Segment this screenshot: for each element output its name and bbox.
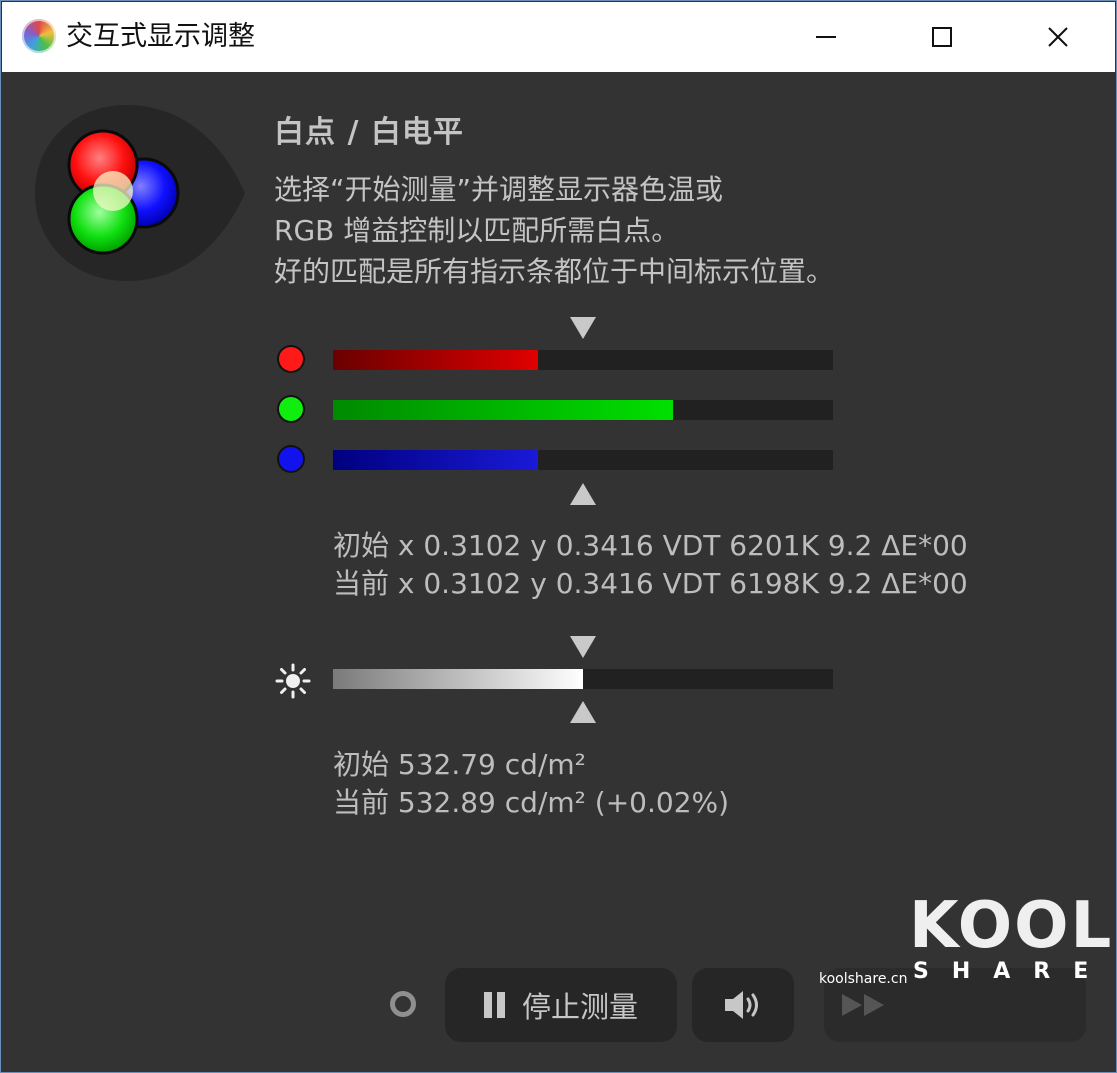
luminance-bar-fill (333, 669, 583, 689)
title-bar: 交互式显示调整 (2, 2, 1115, 72)
luminance-target-marker-top (570, 636, 596, 658)
whitepoint-initial: 初始 x 0.3102 y 0.3416 VDT 6201K 9.2 ΔE*00 (333, 529, 968, 562)
whitepoint-current: 当前 x 0.3102 y 0.3416 VDT 6198K 9.2 ΔE*00 (333, 567, 968, 600)
brightness-icon (275, 663, 311, 699)
fast-forward-icon (842, 994, 884, 1016)
instructions: 选择“开始测量”并调整显示器色温或 RGB 增益控制以匹配所需白点。 好的匹配是… (274, 169, 834, 292)
minimize-button[interactable] (768, 2, 884, 72)
watermark-url: koolshare.cn (819, 971, 908, 987)
stop-measurement-label: 停止测量 (521, 990, 638, 1024)
luminance-bar (333, 669, 833, 689)
luminance-target-marker-bottom (570, 701, 596, 723)
red-bar-fill (333, 350, 538, 370)
instruction-line: 好的匹配是所有指示条都位于中间标示位置。 (274, 255, 835, 288)
rgb-target-marker-top (570, 317, 596, 339)
rgb-target-marker-bottom (570, 483, 596, 505)
minimize-icon (816, 36, 836, 38)
instruction-line: 选择“开始测量”并调整显示器色温或 (274, 173, 724, 206)
rgb-circles-icon (35, 105, 245, 281)
app-icon (22, 19, 56, 53)
luminance-initial: 初始 532.79 cd/m² (333, 748, 586, 781)
instruction-line: RGB 增益控制以匹配所需白点。 (274, 214, 680, 247)
blue-bar (333, 450, 833, 470)
blue-bar-fill (333, 450, 538, 470)
blue-dot-icon (279, 447, 303, 471)
stop-measurement-button[interactable]: 停止测量 (445, 968, 677, 1042)
status-indicator (390, 991, 416, 1017)
red-dot-icon (279, 347, 303, 371)
luminance-current: 当前 532.89 cd/m² (+0.02%) (333, 786, 730, 819)
koolshare-logo: KOOL SHARE (901, 891, 1111, 991)
red-bar (333, 350, 833, 370)
sound-toggle-button[interactable] (692, 968, 794, 1042)
logo-sub-text: SHARE (913, 959, 1112, 984)
green-bar-fill (333, 400, 673, 420)
green-dot-icon (279, 397, 303, 421)
maximize-icon (932, 27, 952, 47)
close-icon (1048, 27, 1068, 47)
logo-main-text: KOOL (909, 889, 1114, 963)
close-button[interactable] (1000, 2, 1116, 72)
maximize-button[interactable] (884, 2, 1000, 72)
speaker-icon (725, 991, 758, 1019)
window-title: 交互式显示调整 (66, 21, 255, 52)
section-heading: 白点 / 白电平 (274, 115, 464, 150)
pause-icon (483, 992, 510, 1018)
window: 交互式显示调整 白点 / 白电平 选择“开始测量”并调整显示器色温或 RGB 增… (0, 0, 1117, 1073)
green-bar (333, 400, 833, 420)
